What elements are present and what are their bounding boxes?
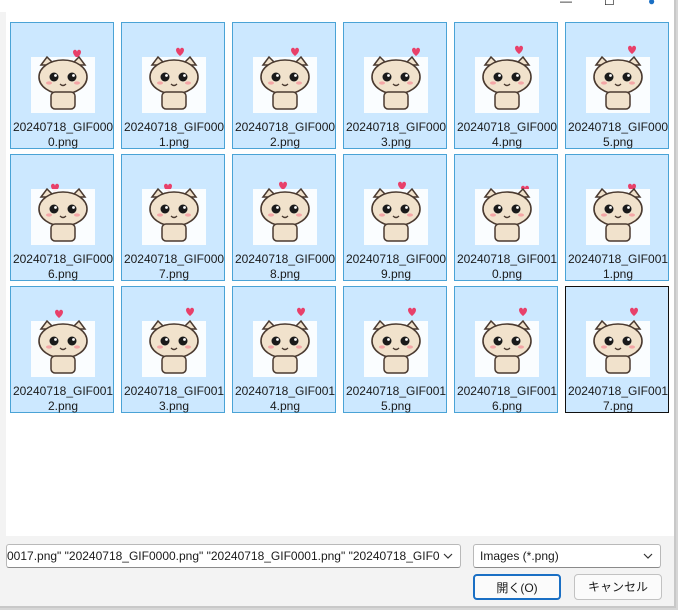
cat-thumbnail-icon bbox=[475, 185, 539, 245]
file-name-label: 20240718_GIF000 3.png bbox=[345, 120, 447, 149]
file-name-label: 20240718_GIF000 9.png bbox=[345, 252, 447, 281]
maximize-icon[interactable]: ☐ bbox=[604, 0, 615, 8]
file-name-label: 20240718_GIF000 8.png bbox=[234, 252, 336, 281]
file-tile[interactable]: 20240718_GIF001 1.png bbox=[565, 154, 669, 281]
cat-thumbnail-icon bbox=[364, 47, 428, 113]
cat-thumbnail-icon bbox=[364, 181, 428, 245]
cat-thumbnail-icon bbox=[142, 307, 206, 377]
cat-thumbnail-icon bbox=[586, 183, 650, 245]
cancel-button[interactable]: キャンセル bbox=[574, 574, 662, 600]
file-name-label: 20240718_GIF001 2.png bbox=[12, 384, 114, 413]
cat-thumbnail-icon bbox=[142, 183, 206, 245]
file-tile[interactable]: 20240718_GIF001 2.png bbox=[10, 286, 114, 413]
open-button[interactable]: 開く(O) bbox=[473, 574, 561, 600]
file-tile[interactable]: 20240718_GIF000 6.png bbox=[10, 154, 114, 281]
minimize-icon[interactable]: — bbox=[560, 0, 572, 8]
cat-thumbnail-icon bbox=[31, 183, 95, 245]
file-name-label: 20240718_GIF000 5.png bbox=[567, 120, 669, 149]
file-tile[interactable]: 20240718_GIF000 9.png bbox=[343, 154, 447, 281]
file-name-label: 20240718_GIF000 2.png bbox=[234, 120, 336, 149]
cat-thumbnail-icon bbox=[253, 181, 317, 245]
file-name-label: 20240718_GIF000 7.png bbox=[123, 252, 225, 281]
title-bar: — ☐ ● bbox=[0, 0, 674, 12]
cat-thumbnail-icon bbox=[31, 49, 95, 113]
file-name-label: 20240718_GIF001 7.png bbox=[567, 384, 669, 413]
cat-thumbnail-icon bbox=[475, 307, 539, 377]
file-name-label: 20240718_GIF000 0.png bbox=[12, 120, 114, 149]
cat-thumbnail-icon bbox=[586, 307, 650, 377]
file-name-label: 20240718_GIF000 4.png bbox=[456, 120, 558, 149]
file-name-label: 20240718_GIF000 1.png bbox=[123, 120, 225, 149]
cat-thumbnail-icon bbox=[364, 307, 428, 377]
file-name-label: 20240718_GIF001 4.png bbox=[234, 384, 336, 413]
file-tile[interactable]: 20240718_GIF001 5.png bbox=[343, 286, 447, 413]
cat-thumbnail-icon bbox=[253, 307, 317, 377]
cat-thumbnail-icon bbox=[586, 45, 650, 113]
open-file-dialog: — ☐ ● 20240718_GIF000 0.png 20240718_GIF… bbox=[0, 0, 676, 608]
file-tile[interactable]: 20240718_GIF000 7.png bbox=[121, 154, 225, 281]
file-tile[interactable]: 20240718_GIF000 1.png bbox=[121, 22, 225, 149]
file-list-view[interactable]: 20240718_GIF000 0.png 20240718_GIF000 1.… bbox=[6, 12, 674, 536]
file-name-label: 20240718_GIF001 6.png bbox=[456, 384, 558, 413]
cat-thumbnail-icon bbox=[31, 309, 95, 377]
file-tile[interactable]: 20240718_GIF001 0.png bbox=[454, 154, 558, 281]
file-tile[interactable]: 20240718_GIF001 6.png bbox=[454, 286, 558, 413]
help-icon[interactable]: ● bbox=[648, 0, 655, 8]
file-tile[interactable]: 20240718_GIF001 3.png bbox=[121, 286, 225, 413]
file-type-select[interactable]: Images (*.png) bbox=[473, 544, 661, 568]
cat-thumbnail-icon bbox=[253, 47, 317, 113]
file-tile[interactable]: 20240718_GIF000 0.png bbox=[10, 22, 114, 149]
file-name-label: 20240718_GIF001 1.png bbox=[567, 252, 669, 281]
file-tile[interactable]: 20240718_GIF000 4.png bbox=[454, 22, 558, 149]
file-tile[interactable]: 20240718_GIF000 2.png bbox=[232, 22, 336, 149]
chevron-down-icon[interactable] bbox=[642, 549, 654, 563]
file-type-label: Images (*.png) bbox=[480, 549, 559, 563]
cat-thumbnail-icon bbox=[475, 45, 539, 113]
file-tile[interactable]: 20240718_GIF001 4.png bbox=[232, 286, 336, 413]
file-tile[interactable]: 20240718_GIF001 7.png bbox=[565, 286, 669, 413]
cat-thumbnail-icon bbox=[142, 47, 206, 113]
file-tile[interactable]: 20240718_GIF000 5.png bbox=[565, 22, 669, 149]
file-name-label: 20240718_GIF000 6.png bbox=[12, 252, 114, 281]
filename-combobox[interactable]: 0017.png" "20240718_GIF0000.png" "202407… bbox=[6, 544, 461, 568]
chevron-down-icon[interactable] bbox=[442, 549, 454, 563]
file-name-label: 20240718_GIF001 5.png bbox=[345, 384, 447, 413]
file-name-label: 20240718_GIF001 0.png bbox=[456, 252, 558, 281]
file-name-label: 20240718_GIF001 3.png bbox=[123, 384, 225, 413]
file-tile[interactable]: 20240718_GIF000 3.png bbox=[343, 22, 447, 149]
file-tile[interactable]: 20240718_GIF000 8.png bbox=[232, 154, 336, 281]
filename-input[interactable]: 0017.png" "20240718_GIF0000.png" "202407… bbox=[7, 549, 439, 563]
dialog-footer: 0017.png" "20240718_GIF0000.png" "202407… bbox=[0, 536, 674, 606]
